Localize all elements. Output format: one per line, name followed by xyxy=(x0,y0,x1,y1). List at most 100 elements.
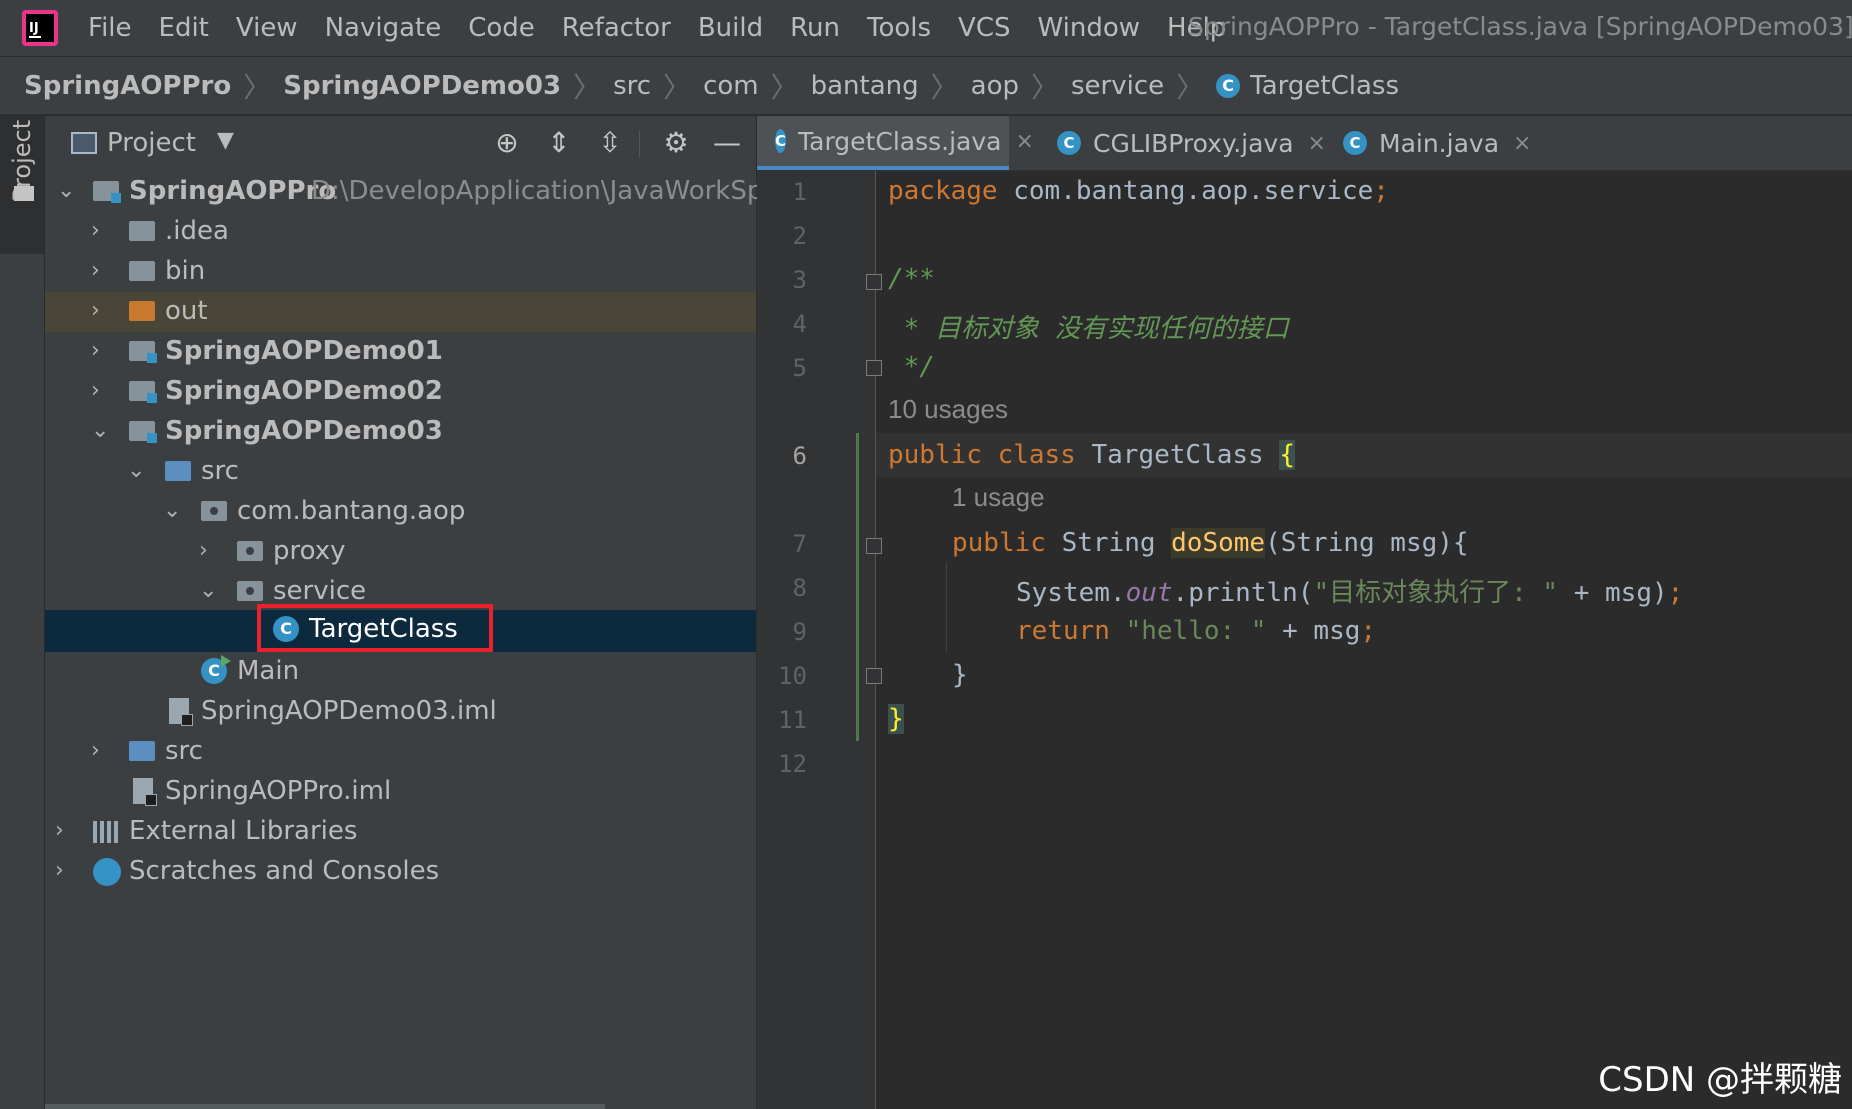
code-token: { xyxy=(1279,440,1295,470)
expand-all-icon[interactable]: ⇕ xyxy=(542,126,576,160)
tree-item-label: Main xyxy=(237,656,300,686)
class-icon: C xyxy=(1216,73,1241,98)
chevron-right-icon[interactable]: › xyxy=(55,818,64,843)
menu-file[interactable]: File xyxy=(88,13,132,43)
excluded-folder-icon xyxy=(129,301,155,321)
code-token: out xyxy=(1125,578,1173,608)
chevron-right-icon[interactable]: › xyxy=(91,378,100,403)
usages-hint[interactable]: 1 usage xyxy=(952,482,1045,513)
tree-item-proxy[interactable]: › proxy xyxy=(45,532,756,572)
tree-item-label: .idea xyxy=(165,216,229,246)
code-token: ; xyxy=(1360,616,1377,646)
module-folder-icon xyxy=(93,181,121,203)
chevron-down-icon[interactable]: ⌄ xyxy=(57,178,75,203)
module-folder-icon xyxy=(129,381,157,403)
breadcrumb-item[interactable]: TargetClass xyxy=(1250,71,1399,101)
chevron-right-icon[interactable]: › xyxy=(91,298,100,323)
tab-main[interactable]: C Main.java × xyxy=(1343,116,1531,170)
folder-icon xyxy=(129,261,155,281)
tree-item-targetclass[interactable]: C TargetClass xyxy=(45,604,756,652)
breadcrumb-item[interactable]: service xyxy=(1071,71,1164,101)
chevron-down-icon[interactable]: ⌄ xyxy=(163,498,181,523)
tree-item-demo01[interactable]: › SpringAOPDemo01 xyxy=(45,332,756,372)
breadcrumb-item[interactable]: SpringAOPPro xyxy=(24,71,231,101)
close-icon[interactable]: × xyxy=(1513,131,1531,156)
usages-hint[interactable]: 10 usages xyxy=(888,394,1008,425)
code-token: return xyxy=(1016,616,1110,646)
tree-item-out[interactable]: › out xyxy=(45,292,756,332)
chevron-down-icon[interactable]: ⌄ xyxy=(199,578,217,603)
chevron-right-icon[interactable]: › xyxy=(91,338,100,363)
close-icon[interactable]: × xyxy=(1015,129,1033,154)
line-number: 7 xyxy=(792,530,807,558)
package-icon xyxy=(201,501,227,521)
collapse-all-icon[interactable]: ⇳ xyxy=(593,126,627,160)
tree-item-main[interactable]: C Main xyxy=(45,652,756,692)
fold-icon[interactable] xyxy=(866,360,882,376)
chevron-down-icon[interactable]: ⌄ xyxy=(127,458,145,483)
line-number: 4 xyxy=(792,310,807,338)
chevron-right-icon[interactable]: › xyxy=(91,738,100,763)
chevron-down-icon[interactable]: ⌄ xyxy=(91,418,109,443)
code-line: /** xyxy=(888,264,935,294)
breadcrumb-item[interactable]: SpringAOPDemo03 xyxy=(283,71,561,101)
chevron-down-icon[interactable]: ▼ xyxy=(217,128,234,153)
project-panel-title[interactable]: Project xyxy=(107,128,196,158)
tree-item-external-libraries[interactable]: › External Libraries xyxy=(45,812,756,852)
breadcrumb-item[interactable]: bantang xyxy=(811,71,919,101)
tree-item-demo02[interactable]: › SpringAOPDemo02 xyxy=(45,372,756,412)
fold-icon[interactable] xyxy=(866,668,882,684)
menu-vcs[interactable]: VCS xyxy=(958,13,1010,43)
tree-item-bin[interactable]: › bin xyxy=(45,252,756,292)
fold-icon[interactable] xyxy=(866,538,882,554)
breadcrumb-item[interactable]: src xyxy=(613,71,651,101)
tree-item-project-root[interactable]: ⌄ SpringAOPPro D:\DevelopApplication\Jav… xyxy=(45,172,810,212)
chevron-right-icon[interactable]: › xyxy=(55,858,64,883)
menu-tools[interactable]: Tools xyxy=(867,13,931,43)
tree-item-scratches[interactable]: › Scratches and Consoles xyxy=(45,852,756,892)
locate-icon[interactable]: ⊕ xyxy=(490,126,524,160)
tree-item-demo03-iml[interactable]: SpringAOPDemo03.iml xyxy=(45,692,756,732)
horizontal-scrollbar[interactable] xyxy=(45,1104,605,1109)
tab-targetclass[interactable]: C TargetClass.java × xyxy=(757,116,1034,170)
menu-navigate[interactable]: Navigate xyxy=(325,13,442,43)
code-token: } xyxy=(888,704,904,734)
tree-item-label: SpringAOPDemo03 xyxy=(165,416,443,446)
tree-item-src[interactable]: ⌄ src xyxy=(45,452,756,492)
chevron-right-icon[interactable]: › xyxy=(91,258,100,283)
minimize-icon[interactable]: — xyxy=(710,126,744,160)
project-path: D:\DevelopApplication\JavaWorkSpace xyxy=(311,176,810,206)
main-class-icon: C xyxy=(201,655,231,684)
menu-build[interactable]: Build xyxy=(698,13,763,43)
tab-cglibproxy[interactable]: C CGLIBProxy.java × xyxy=(1057,116,1326,170)
highlight-box xyxy=(257,604,493,652)
menu-edit[interactable]: Edit xyxy=(159,13,209,43)
tree-item-idea[interactable]: › .idea xyxy=(45,212,756,252)
tree-item-package-aop[interactable]: ⌄ com.bantang.aop xyxy=(45,492,756,532)
change-marker xyxy=(856,433,859,741)
code-token: + msg) xyxy=(1558,578,1668,608)
chevron-right-icon: 〉 xyxy=(770,70,799,104)
close-icon[interactable]: × xyxy=(1308,131,1326,156)
breadcrumb-item[interactable]: com xyxy=(703,71,759,101)
line-number: 5 xyxy=(792,354,807,382)
menu-code[interactable]: Code xyxy=(468,13,535,43)
menu-refactor[interactable]: Refactor xyxy=(562,13,671,43)
menu-run[interactable]: Run xyxy=(790,13,840,43)
tree-item-label: com.bantang.aop xyxy=(237,496,466,526)
intellij-logo-icon[interactable]: IJ xyxy=(22,10,58,46)
main-class-icon: C xyxy=(1343,131,1367,155)
tree-item-pro-iml[interactable]: SpringAOPPro.iml xyxy=(45,772,756,812)
line-number: 9 xyxy=(792,618,807,646)
tree-item-root-src[interactable]: › src xyxy=(45,732,756,772)
menu-view[interactable]: View xyxy=(236,13,298,43)
tree-item-demo03[interactable]: ⌄ SpringAOPDemo03 xyxy=(45,412,756,452)
breadcrumb-item[interactable]: aop xyxy=(971,71,1019,101)
toolbar-divider xyxy=(639,130,640,158)
gear-icon[interactable]: ⚙ xyxy=(659,126,693,160)
code-line: return "hello: " + msg; xyxy=(888,616,1376,646)
fold-icon[interactable] xyxy=(866,274,882,290)
menu-window[interactable]: Window xyxy=(1038,13,1141,43)
chevron-right-icon[interactable]: › xyxy=(199,538,208,563)
chevron-right-icon[interactable]: › xyxy=(91,218,100,243)
